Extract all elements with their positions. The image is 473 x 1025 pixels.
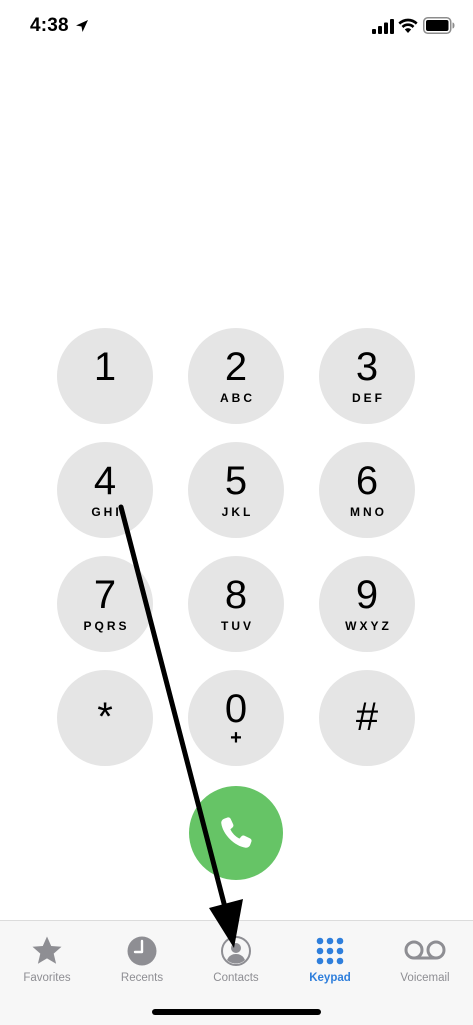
key-digit: 0: [224, 687, 248, 731]
key-digit: 6: [355, 459, 379, 503]
key-2[interactable]: 2 ABC: [188, 328, 284, 424]
tab-voicemail[interactable]: Voicemail: [378, 935, 472, 995]
key-letters: +: [230, 727, 242, 749]
keypad-icon: [316, 937, 344, 965]
key-digit: 2: [224, 345, 248, 389]
key-6[interactable]: 6 MNO: [319, 442, 415, 538]
key-digit: 7: [93, 573, 117, 617]
key-letters: DEF: [352, 391, 385, 405]
location-arrow-icon: [76, 20, 88, 32]
battery-icon: [423, 17, 455, 34]
key-digit: 9: [355, 573, 379, 617]
tab-recents[interactable]: Recents: [95, 935, 189, 995]
key-pound[interactable]: #: [319, 670, 415, 766]
key-9[interactable]: 9 WXYZ: [319, 556, 415, 652]
key-digit: #: [355, 695, 379, 739]
cellular-signal-icon: [372, 19, 394, 34]
key-1[interactable]: 1: [57, 328, 153, 424]
key-letters: PQRS: [83, 619, 130, 633]
tab-label: Voicemail: [400, 972, 450, 984]
key-letters: ABC: [220, 391, 255, 405]
status-bar: 4:38: [0, 0, 473, 56]
key-digit: 4: [93, 459, 117, 503]
key-5[interactable]: 5 JKL: [188, 442, 284, 538]
status-time: 4:38: [30, 15, 69, 36]
tab-favorites[interactable]: Favorites: [0, 935, 94, 995]
tab-label: Favorites: [23, 972, 71, 984]
key-digit: 8: [224, 573, 248, 617]
key-0[interactable]: 0 +: [188, 670, 284, 766]
key-digit: 1: [93, 345, 117, 389]
clock-icon: [127, 936, 157, 966]
key-7[interactable]: 7 PQRS: [57, 556, 153, 652]
key-4[interactable]: 4 GHI: [57, 442, 153, 538]
phone-icon: [221, 817, 252, 848]
tab-keypad[interactable]: Keypad: [283, 935, 377, 995]
voicemail-icon: [404, 940, 446, 960]
tab-label: Keypad: [309, 972, 351, 984]
key-letters: JKL: [221, 505, 254, 519]
home-indicator: [152, 1009, 321, 1015]
star-icon: [32, 936, 62, 964]
key-letters: GHI: [91, 505, 122, 519]
key-letters: WXYZ: [345, 619, 392, 633]
contacts-icon: [221, 936, 251, 966]
call-button[interactable]: [189, 786, 283, 880]
key-8[interactable]: 8 TUV: [188, 556, 284, 652]
tab-label: Recents: [120, 972, 164, 984]
key-letters: TUV: [221, 619, 254, 633]
key-digit: 5: [224, 459, 248, 503]
key-digit: 3: [355, 345, 379, 389]
tab-contacts[interactable]: Contacts: [189, 935, 283, 995]
key-digit: *: [97, 695, 113, 739]
key-letters: MNO: [350, 505, 387, 519]
tab-label: Contacts: [213, 972, 259, 984]
wifi-icon: [398, 18, 418, 33]
key-star[interactable]: *: [57, 670, 153, 766]
key-3[interactable]: 3 DEF: [319, 328, 415, 424]
